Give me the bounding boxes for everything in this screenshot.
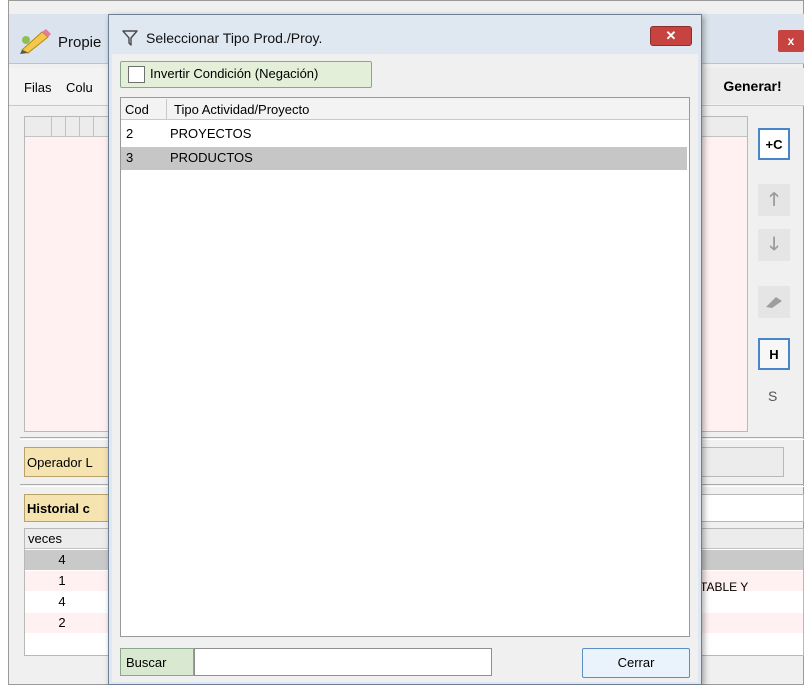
- invert-condition-checkbox[interactable]: [128, 66, 145, 83]
- tab-columnas[interactable]: Colu: [66, 80, 93, 95]
- dialog-close-button[interactable]: ✕: [650, 26, 692, 46]
- history-veces-cell: 1: [58, 573, 66, 588]
- pencil-app-icon: [18, 26, 54, 54]
- column-separator: [166, 99, 167, 119]
- generate-button[interactable]: Generar!: [700, 68, 804, 104]
- column-header-tipo[interactable]: Tipo Actividad/Proyecto: [174, 102, 309, 117]
- column-header-cod[interactable]: Cod: [125, 102, 149, 117]
- h-button[interactable]: H: [758, 338, 790, 370]
- background-close-button[interactable]: x: [778, 30, 804, 52]
- tab-filas[interactable]: Filas: [24, 80, 51, 95]
- filter-icon: [120, 28, 140, 48]
- history-veces-cell: 4: [58, 552, 66, 567]
- list-item-tipo: PRODUCTOS: [170, 150, 253, 165]
- history-veces-cell: 2: [58, 615, 66, 630]
- history-field[interactable]: [696, 494, 804, 522]
- add-column-button[interactable]: +C: [758, 128, 790, 160]
- dialog-title: Seleccionar Tipo Prod./Proy.: [146, 30, 323, 46]
- list-item-cod: 2: [126, 126, 134, 141]
- grid-header-cell: [38, 117, 52, 137]
- background-window-title: Propie: [58, 34, 102, 51]
- arrow-up-icon: 🡑: [769, 189, 779, 209]
- list-item-tipo: PROYECTOS: [170, 126, 252, 141]
- history-header-veces: veces: [28, 531, 62, 546]
- s-label: S: [768, 388, 778, 404]
- eraser-icon: [766, 297, 782, 308]
- move-down-button[interactable]: 🡓: [758, 229, 790, 261]
- history-veces-cell: 4: [58, 594, 66, 609]
- grid-header-cell: [52, 117, 66, 137]
- invert-condition-label[interactable]: Invertir Condición (Negación): [150, 66, 318, 81]
- list-item-cod: 3: [126, 150, 134, 165]
- search-label: Buscar: [120, 648, 194, 676]
- type-list[interactable]: [120, 97, 690, 637]
- operator-field[interactable]: [696, 447, 784, 477]
- arrow-down-icon: 🡓: [769, 234, 779, 254]
- close-dialog-button[interactable]: Cerrar: [582, 648, 690, 678]
- grid-header-cell: [66, 117, 80, 137]
- search-input[interactable]: [194, 648, 492, 676]
- erase-button[interactable]: [758, 286, 790, 318]
- move-up-button[interactable]: 🡑: [758, 184, 790, 216]
- grid-header-cell: [80, 117, 94, 137]
